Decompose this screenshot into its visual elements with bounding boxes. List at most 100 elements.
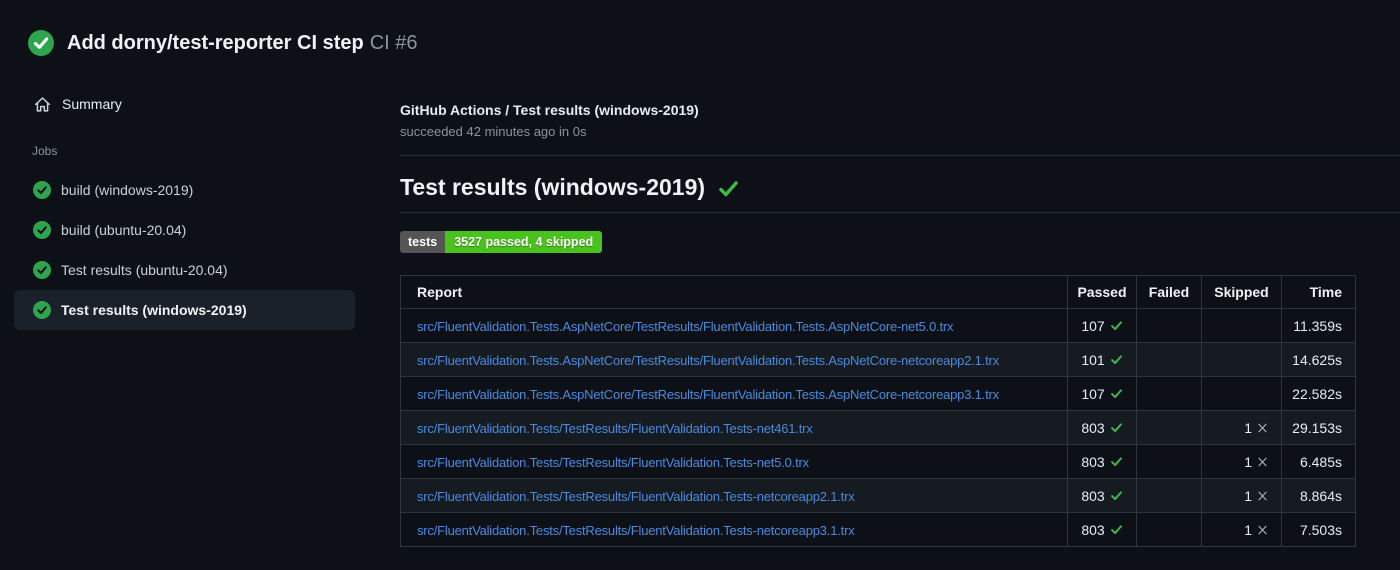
passed-cell: 803 [1067, 478, 1137, 513]
skipped-x-icon [1258, 422, 1267, 433]
results-heading-text: Test results (windows-2019) [400, 174, 706, 200]
run-title-line: Add dorny/test-reporter CI step CI #6 [67, 30, 418, 56]
table-row: src/FluentValidation.Tests/TestResults/F… [400, 444, 1356, 479]
time-value: 6.485s [1281, 444, 1356, 479]
job-label: build (ubuntu-20.04) [61, 222, 187, 238]
passed-check-icon [1110, 491, 1122, 501]
run-title: Add dorny/test-reporter CI step [67, 32, 364, 54]
passed-count: 101 [1081, 351, 1105, 368]
failed-cell [1136, 376, 1202, 411]
run-success-icon [28, 30, 54, 56]
report-cell: src/FluentValidation.Tests.AspNetCore/Te… [400, 376, 1068, 411]
job-label: build (windows-2019) [61, 182, 194, 198]
sidebar-item-test-results-windows-2019[interactable]: Test results (windows-2019) [14, 290, 355, 330]
report-column-header: Report [400, 275, 1068, 309]
skipped-x-icon [1258, 490, 1267, 501]
report-link[interactable]: src/FluentValidation.Tests/TestResults/F… [417, 489, 855, 504]
success-check-icon [33, 261, 51, 279]
sidebar-item-build-windows-2019[interactable]: build (windows-2019) [14, 170, 355, 210]
report-link[interactable]: src/FluentValidation.Tests.AspNetCore/Te… [417, 319, 954, 334]
report-cell: src/FluentValidation.Tests.AspNetCore/Te… [400, 308, 1068, 343]
table-header-row: Report Passed Failed Skipped Time [400, 275, 1356, 309]
badge-wrap: tests 3527 passed, 4 skipped [400, 231, 1400, 253]
section-divider [400, 155, 1400, 156]
time-value: 29.153s [1281, 410, 1356, 445]
job-label: Test results (windows-2019) [61, 302, 247, 318]
run-header: Add dorny/test-reporter CI step CI #6 [0, 0, 1400, 56]
time-value: 7.503s [1281, 512, 1356, 547]
time-value: 8.864s [1281, 478, 1356, 513]
report-link[interactable]: src/FluentValidation.Tests/TestResults/F… [417, 523, 855, 538]
success-check-icon [33, 181, 51, 199]
job-label: Test results (ubuntu-20.04) [61, 262, 228, 278]
passed-check-icon [1110, 389, 1122, 399]
report-link[interactable]: src/FluentValidation.Tests.AspNetCore/Te… [417, 353, 999, 368]
passed-cell: 107 [1067, 308, 1137, 343]
report-cell: src/FluentValidation.Tests/TestResults/F… [400, 478, 1068, 513]
report-cell: src/FluentValidation.Tests/TestResults/F… [400, 410, 1068, 445]
passed-count: 803 [1081, 487, 1105, 504]
time-value: 11.359s [1281, 308, 1356, 343]
passed-column-header: Passed [1067, 275, 1137, 309]
success-check-icon [33, 301, 51, 319]
sidebar-item-summary[interactable]: Summary [34, 92, 122, 116]
check-run-status: succeeded 42 minutes ago in 0s [400, 124, 587, 139]
skipped-cell: 1 [1201, 410, 1282, 445]
run-number: CI #6 [369, 32, 418, 54]
table-row: src/FluentValidation.Tests.AspNetCore/Te… [400, 342, 1356, 377]
skipped-cell: 1 [1201, 478, 1282, 513]
failed-cell [1136, 410, 1202, 445]
report-link[interactable]: src/FluentValidation.Tests/TestResults/F… [417, 421, 813, 436]
table-row: src/FluentValidation.Tests/TestResults/F… [400, 410, 1356, 445]
skipped-column-header: Skipped [1201, 275, 1282, 309]
skipped-cell: 1 [1201, 444, 1282, 479]
failed-cell [1136, 512, 1202, 547]
passed-cell: 803 [1067, 512, 1137, 547]
passed-cell: 803 [1067, 410, 1137, 445]
skipped-count: 1 [1244, 419, 1252, 436]
check-run-title: GitHub Actions / Test results (windows-2… [400, 102, 699, 118]
sidebar-item-build-ubuntu-20.04[interactable]: build (ubuntu-20.04) [14, 210, 355, 250]
passed-check-icon [1110, 321, 1122, 331]
report-cell: src/FluentValidation.Tests/TestResults/F… [400, 444, 1068, 479]
passed-count: 107 [1081, 385, 1105, 402]
jobs-list: build (windows-2019) build (ubuntu-20.04… [0, 170, 400, 330]
report-cell: src/FluentValidation.Tests.AspNetCore/Te… [400, 342, 1068, 377]
report-link[interactable]: src/FluentValidation.Tests.AspNetCore/Te… [417, 387, 999, 402]
failed-column-header: Failed [1136, 275, 1202, 309]
heading-check-icon [719, 180, 738, 196]
table-row: src/FluentValidation.Tests.AspNetCore/Te… [400, 376, 1356, 411]
summary-label: Summary [62, 96, 122, 112]
report-cell: src/FluentValidation.Tests/TestResults/F… [400, 512, 1068, 547]
sidebar-item-test-results-ubuntu-20.04[interactable]: Test results (ubuntu-20.04) [14, 250, 355, 290]
passed-check-icon [1110, 355, 1122, 365]
time-column-header: Time [1281, 275, 1356, 309]
time-value: 14.625s [1281, 342, 1356, 377]
passed-count: 803 [1081, 521, 1105, 538]
jobs-section-label: Jobs [32, 144, 58, 158]
skipped-count: 1 [1244, 487, 1252, 504]
table-row: src/FluentValidation.Tests/TestResults/F… [400, 478, 1356, 513]
failed-cell [1136, 308, 1202, 343]
main-content: GitHub Actions / Test results (windows-2… [400, 70, 1400, 547]
skipped-cell [1201, 376, 1282, 411]
success-check-icon [33, 221, 51, 239]
passed-cell: 107 [1067, 376, 1137, 411]
failed-cell [1136, 342, 1202, 377]
badge-value: 3527 passed, 4 skipped [445, 231, 603, 253]
skipped-count: 1 [1244, 453, 1252, 470]
home-icon [34, 96, 51, 112]
tests-badge: tests 3527 passed, 4 skipped [400, 231, 603, 253]
skipped-cell [1201, 342, 1282, 377]
passed-check-icon [1110, 423, 1122, 433]
table-row: src/FluentValidation.Tests/TestResults/F… [400, 512, 1356, 547]
skipped-cell [1201, 308, 1282, 343]
passed-check-icon [1110, 457, 1122, 467]
skipped-x-icon [1258, 524, 1267, 535]
report-link[interactable]: src/FluentValidation.Tests/TestResults/F… [417, 455, 809, 470]
passed-count: 107 [1081, 317, 1105, 334]
passed-cell: 803 [1067, 444, 1137, 479]
skipped-x-icon [1258, 456, 1267, 467]
skipped-count: 1 [1244, 521, 1252, 538]
sidebar: Summary Jobs build (windows-2019) build … [0, 70, 400, 547]
